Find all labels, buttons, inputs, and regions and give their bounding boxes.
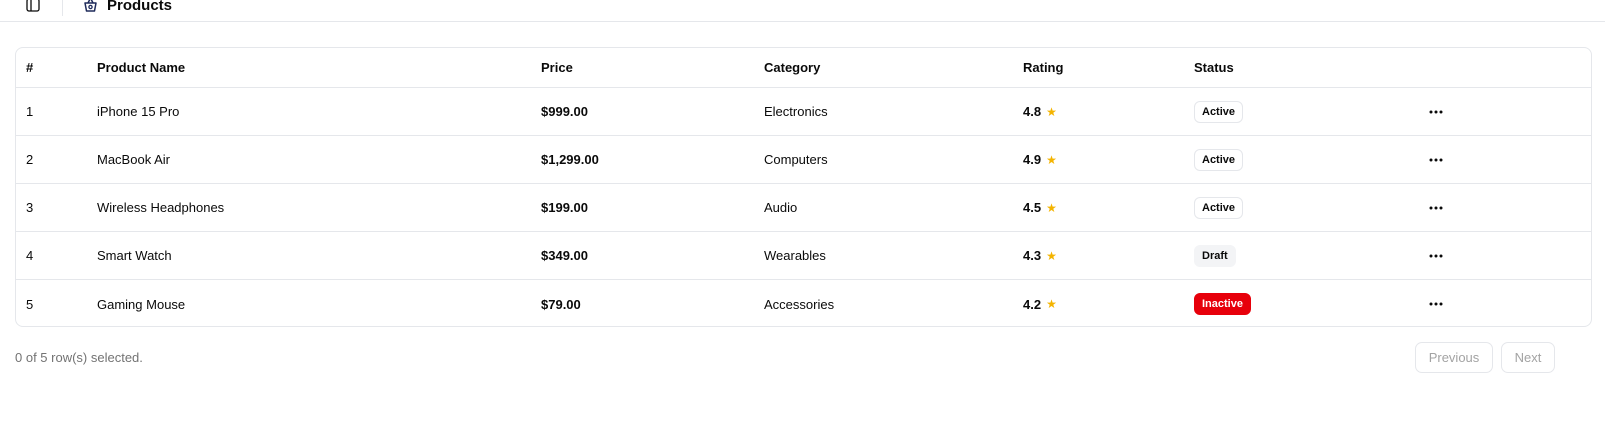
product-price: $79.00 (541, 296, 581, 312)
status-badge: Draft (1194, 244, 1236, 267)
column-header-product-name: Product Name (97, 60, 186, 75)
next-page-button[interactable]: Next (1501, 342, 1555, 373)
table-row[interactable]: 1 iPhone 15 Pro $999.00 Electronics 4.8 ★… (16, 88, 1591, 136)
product-name: MacBook Air (97, 152, 170, 167)
column-header-rating: Rating (1023, 60, 1064, 75)
topbar-divider (62, 0, 63, 16)
top-bar: Products (0, 0, 1605, 22)
product-rating: 4.2 ★ (1023, 280, 1057, 326)
product-price: $999.00 (541, 104, 588, 119)
status-cell: Active (1194, 88, 1244, 135)
products-table: # Product Name Price Category Rating Sta… (15, 47, 1592, 327)
row-actions-button[interactable] (1424, 136, 1448, 183)
column-header-price: Price (541, 60, 573, 75)
row-number: 3 (26, 200, 34, 215)
product-category: Wearables (764, 248, 826, 263)
product-category: Accessories (764, 296, 835, 312)
product-name: Gaming Mouse (97, 296, 186, 312)
table-row[interactable]: 3 Wireless Headphones $199.00 Audio 4.5 ★… (16, 184, 1591, 232)
table-row[interactable]: 2 MacBook Air $1,299.00 Computers 4.9 ★ A… (16, 136, 1591, 184)
more-horizontal-icon (1429, 206, 1443, 209)
status-badge: Active (1194, 196, 1244, 219)
table-row[interactable]: 5 Gaming Mouse $79.00 Accessories 4.2 ★ I… (16, 280, 1591, 326)
star-icon: ★ (1046, 104, 1057, 119)
table-row[interactable]: 4 Smart Watch $349.00 Wearables 4.3 ★ Dra… (16, 232, 1591, 280)
product-category: Audio (764, 200, 798, 215)
previous-page-button[interactable]: Previous (1415, 342, 1493, 373)
star-icon: ★ (1046, 248, 1057, 263)
status-cell: Draft (1194, 232, 1236, 279)
product-rating: 4.3 ★ (1023, 232, 1057, 279)
product-price: $1,299.00 (541, 152, 599, 167)
more-horizontal-icon (1429, 302, 1443, 306)
star-icon: ★ (1046, 297, 1057, 311)
rating-value: 4.5 (1023, 200, 1042, 215)
column-header-num: # (26, 60, 34, 75)
rating-value: 4.9 (1023, 152, 1042, 167)
rating-value: 4.2 (1023, 296, 1042, 312)
row-number: 2 (26, 152, 34, 167)
product-rating: 4.9 ★ (1023, 136, 1057, 183)
status-badge: Inactive (1194, 293, 1251, 315)
product-price: $199.00 (541, 200, 588, 215)
product-rating: 4.8 ★ (1023, 88, 1057, 135)
product-category: Computers (764, 152, 828, 167)
star-icon: ★ (1046, 152, 1057, 167)
table-header-row: # Product Name Price Category Rating Sta… (16, 48, 1591, 88)
row-actions-button[interactable] (1424, 232, 1448, 279)
shopping-basket-icon (80, 0, 100, 14)
product-name: Wireless Headphones (97, 200, 225, 215)
row-actions-button[interactable] (1424, 184, 1448, 231)
row-actions-button[interactable] (1424, 88, 1448, 135)
rating-value: 4.3 (1023, 248, 1042, 263)
status-cell: Active (1194, 136, 1244, 183)
product-name: iPhone 15 Pro (97, 104, 180, 119)
more-horizontal-icon (1429, 110, 1443, 113)
selection-status: 0 of 5 row(s) selected. (15, 350, 143, 365)
product-price: $349.00 (541, 248, 588, 263)
row-number: 5 (26, 296, 34, 312)
star-icon: ★ (1046, 200, 1057, 215)
page-title: Products (107, 0, 173, 14)
row-actions-button[interactable] (1424, 280, 1448, 326)
product-rating: 4.5 ★ (1023, 184, 1057, 231)
more-horizontal-icon (1429, 254, 1443, 257)
status-badge: Active (1194, 148, 1244, 171)
column-header-status: Status (1194, 60, 1234, 75)
column-header-category: Category (764, 60, 821, 75)
more-horizontal-icon (1429, 158, 1443, 161)
product-category: Electronics (764, 104, 828, 119)
row-number: 1 (26, 104, 34, 119)
status-cell: Active (1194, 184, 1244, 231)
product-name: Smart Watch (97, 248, 172, 263)
status-badge: Active (1194, 100, 1244, 123)
row-number: 4 (26, 248, 34, 263)
panel-left-icon[interactable] (22, 0, 44, 16)
rating-value: 4.8 (1023, 104, 1042, 119)
status-cell: Inactive (1194, 280, 1251, 326)
